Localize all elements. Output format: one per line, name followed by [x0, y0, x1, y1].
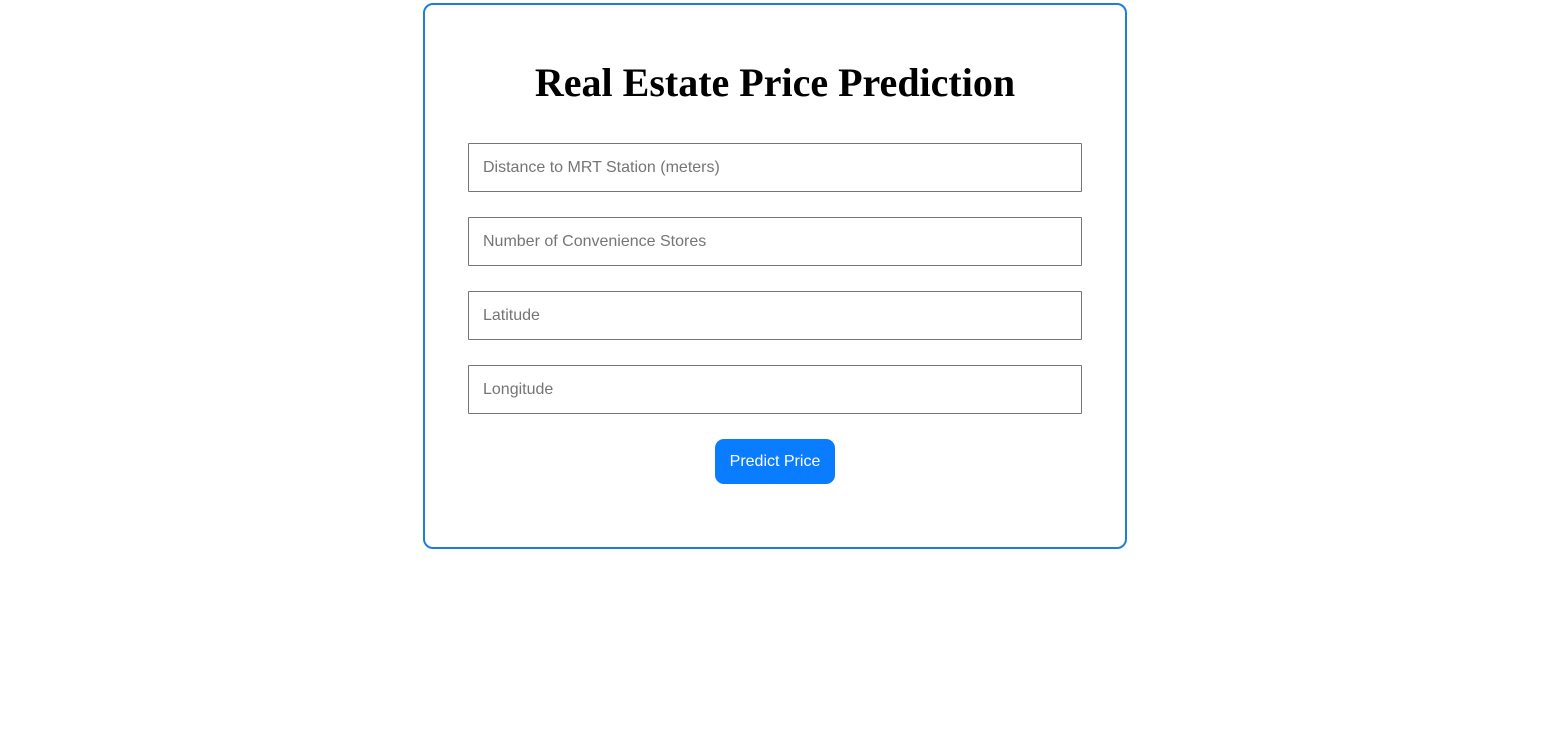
latitude-input[interactable] [468, 291, 1082, 340]
page-title: Real Estate Price Prediction [534, 60, 1016, 105]
convenience-stores-input[interactable] [468, 217, 1082, 266]
prediction-form-card: Real Estate Price Prediction Predict Pri… [423, 3, 1127, 549]
distance-to-mrt-input[interactable] [468, 143, 1082, 192]
predict-price-button[interactable]: Predict Price [715, 439, 835, 484]
longitude-input[interactable] [468, 365, 1082, 414]
